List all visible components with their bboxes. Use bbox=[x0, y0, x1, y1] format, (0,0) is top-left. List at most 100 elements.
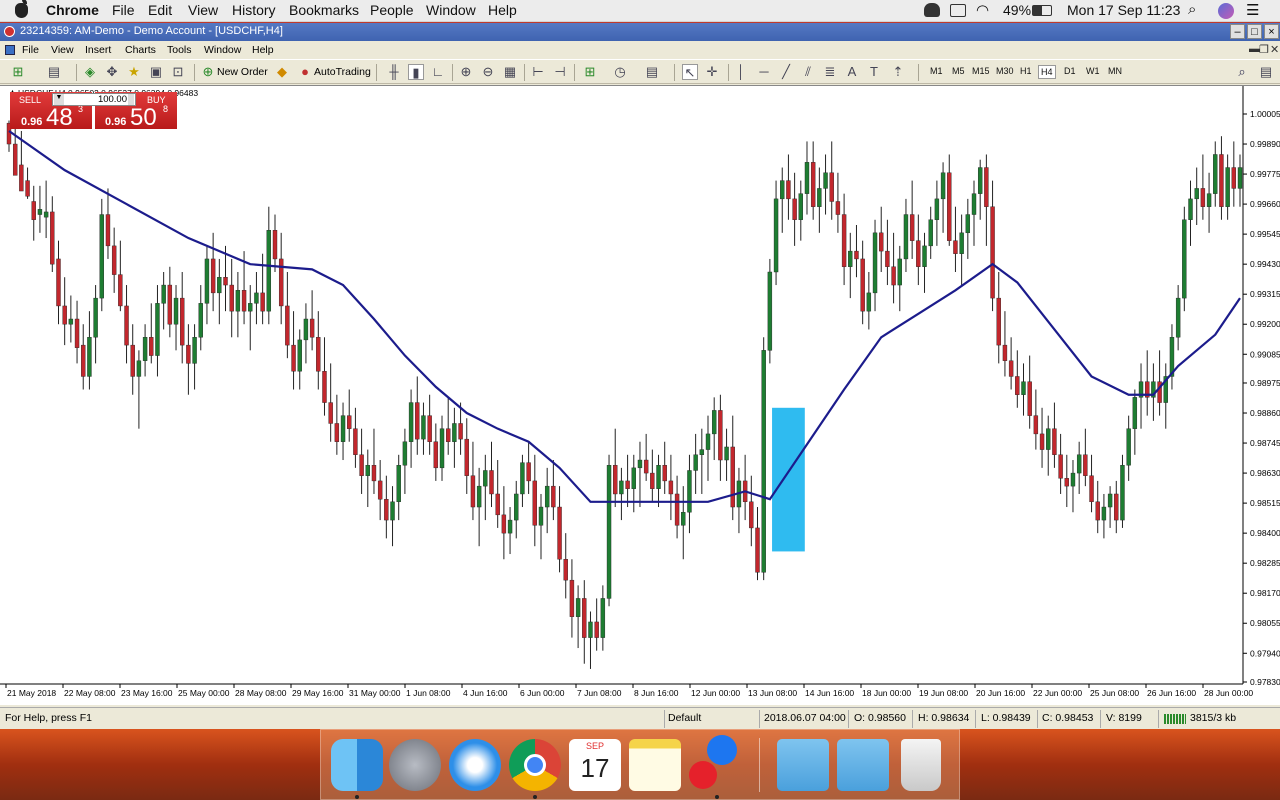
mac-menu-people[interactable]: People bbox=[370, 2, 414, 18]
menu-view[interactable]: View bbox=[51, 44, 74, 56]
templates-icon[interactable]: ▤ bbox=[644, 64, 660, 80]
tester-icon[interactable]: ⊡ bbox=[170, 64, 186, 80]
text-label-icon[interactable]: T bbox=[866, 64, 882, 80]
menu-tools[interactable]: Tools bbox=[167, 44, 192, 56]
mac-menu-help[interactable]: Help bbox=[488, 2, 517, 18]
tf-d1[interactable]: D1 bbox=[1062, 65, 1078, 77]
menu-window[interactable]: Window bbox=[204, 44, 241, 56]
tf-m30[interactable]: M30 bbox=[994, 65, 1016, 77]
bar-chart-icon[interactable]: ╫ bbox=[386, 64, 402, 80]
mac-menu-edit[interactable]: Edit bbox=[148, 2, 172, 18]
crosshair-icon[interactable]: ✛ bbox=[704, 64, 720, 80]
tf-m15[interactable]: M15 bbox=[970, 65, 992, 77]
tf-h1[interactable]: H1 bbox=[1018, 65, 1034, 77]
new-chart-icon[interactable]: ⊞ bbox=[10, 64, 26, 80]
time-tick-label: 25 May 00:00 bbox=[178, 688, 230, 698]
arrows-icon[interactable]: ⇡ bbox=[890, 64, 906, 80]
text-icon[interactable]: A bbox=[844, 64, 860, 80]
market-watch-icon[interactable]: ◈ bbox=[82, 64, 98, 80]
mac-menu-view[interactable]: View bbox=[188, 2, 218, 18]
chart-shift-icon[interactable]: ⊣ bbox=[552, 64, 568, 80]
lot-down-arrow-icon[interactable]: ▼ bbox=[54, 94, 64, 105]
chart-window-icon[interactable] bbox=[5, 45, 15, 55]
vertical-line-icon[interactable]: │ bbox=[733, 64, 749, 80]
apple-logo-icon[interactable] bbox=[15, 0, 28, 18]
tf-m5[interactable]: M5 bbox=[950, 65, 967, 77]
metaeditor-icon[interactable]: ◆ bbox=[274, 64, 290, 80]
lot-size-input[interactable]: ▼ 100.00 bbox=[52, 93, 136, 106]
child-close-button[interactable]: ✕ bbox=[1270, 43, 1279, 56]
tf-h4[interactable]: H4 bbox=[1038, 65, 1056, 79]
status-volume: V: 8199 bbox=[1106, 712, 1142, 724]
tf-w1[interactable]: W1 bbox=[1084, 65, 1102, 77]
menu-insert[interactable]: Insert bbox=[85, 44, 111, 56]
candlestick-icon[interactable]: ▮ bbox=[408, 64, 424, 80]
navigator-icon[interactable]: ★ bbox=[126, 64, 142, 80]
data-window-icon[interactable]: ✥ bbox=[104, 64, 120, 80]
launchpad-icon[interactable] bbox=[389, 739, 441, 791]
lot-up-arrow-icon[interactable] bbox=[128, 94, 134, 105]
wifi-icon[interactable]: ◠ bbox=[976, 1, 989, 19]
close-button[interactable]: × bbox=[1264, 24, 1279, 39]
line-chart-icon[interactable]: ∟ bbox=[430, 64, 446, 80]
maximize-button[interactable]: □ bbox=[1247, 24, 1262, 39]
candle-body bbox=[693, 454, 698, 471]
candle-body bbox=[582, 598, 587, 638]
tf-mn[interactable]: MN bbox=[1106, 65, 1124, 77]
creative-cloud-icon[interactable] bbox=[924, 3, 940, 17]
mac-menu-history[interactable]: History bbox=[232, 2, 276, 18]
calendar-icon[interactable]: SEP 17 bbox=[569, 739, 621, 791]
menu-charts[interactable]: Charts bbox=[125, 44, 156, 56]
minimize-button[interactable]: – bbox=[1230, 24, 1245, 39]
google-drive-folder-icon[interactable] bbox=[837, 739, 889, 791]
candle-body bbox=[544, 485, 550, 508]
menu-help[interactable]: Help bbox=[252, 44, 274, 56]
search-icon[interactable]: ⌕ bbox=[1234, 64, 1250, 80]
siri-icon[interactable] bbox=[1218, 3, 1234, 19]
window-titlebar[interactable]: 23214359: AM-Demo - Demo Account - [USDC… bbox=[0, 23, 1280, 41]
mac-menu-file[interactable]: File bbox=[112, 2, 135, 18]
trendline-icon[interactable]: ╱ bbox=[778, 64, 794, 80]
new-order-button[interactable]: New Order bbox=[217, 66, 268, 78]
battery-icon[interactable] bbox=[1032, 5, 1052, 16]
connection-status-icon[interactable] bbox=[1164, 714, 1186, 724]
trash-icon[interactable] bbox=[901, 739, 941, 791]
horizontal-line-icon[interactable]: ─ bbox=[756, 64, 772, 80]
tile-windows-icon[interactable]: ▦ bbox=[502, 64, 518, 80]
mac-app-name[interactable]: Chrome bbox=[46, 2, 99, 18]
tf-m1[interactable]: M1 bbox=[928, 65, 945, 77]
game-center-icon[interactable] bbox=[689, 735, 741, 791]
cursor-icon[interactable]: ↖ bbox=[682, 64, 698, 80]
zoom-in-icon[interactable]: ⊕ bbox=[458, 64, 474, 80]
finder-icon[interactable] bbox=[331, 739, 383, 791]
child-restore-button[interactable]: ❐ bbox=[1259, 43, 1269, 56]
price-chart[interactable]: 1.00005 0.99890 0.99775 0.99660 0.99545 0.994… bbox=[0, 86, 1280, 706]
zoom-out-icon[interactable]: ⊖ bbox=[480, 64, 496, 80]
menu-file[interactable]: File bbox=[22, 44, 39, 56]
auto-scroll-icon[interactable]: ⊢ bbox=[530, 64, 546, 80]
mac-menu-bookmarks[interactable]: Bookmarks bbox=[289, 2, 359, 18]
clock[interactable]: Mon 17 Sep 11:23 bbox=[1067, 2, 1180, 18]
notification-center-icon[interactable]: ☰ bbox=[1246, 1, 1259, 19]
autotrading-icon[interactable]: ● bbox=[297, 64, 313, 80]
chart-area[interactable]: 1.00005 0.99890 0.99775 0.99660 0.99545 0.994… bbox=[0, 85, 1280, 705]
candle-body bbox=[711, 410, 717, 435]
candle-body bbox=[365, 465, 370, 476]
spotlight-search-icon[interactable]: ⌕ bbox=[1188, 1, 1196, 18]
equidistant-channel-icon[interactable]: ⫽ bbox=[800, 64, 816, 80]
notes-icon[interactable] bbox=[629, 739, 681, 791]
new-order-icon[interactable]: ⊕ bbox=[200, 64, 216, 80]
toolbar-options-icon[interactable]: ▤ bbox=[1258, 64, 1274, 80]
safari-icon[interactable] bbox=[449, 739, 501, 791]
ram-icon[interactable] bbox=[950, 4, 966, 17]
autotrading-button[interactable]: AutoTrading bbox=[314, 66, 371, 78]
chrome-icon[interactable] bbox=[509, 739, 561, 791]
terminal-icon[interactable]: ▣ bbox=[148, 64, 164, 80]
profiles-icon[interactable]: ▤ bbox=[46, 64, 62, 80]
fibonacci-icon[interactable]: ≣ bbox=[822, 64, 838, 80]
mac-menu-window[interactable]: Window bbox=[426, 2, 476, 18]
periods-icon[interactable]: ◷ bbox=[612, 64, 628, 80]
candle-body bbox=[402, 441, 408, 466]
downloads-folder-icon[interactable] bbox=[777, 739, 829, 791]
indicators-icon[interactable]: ⊞ bbox=[582, 64, 598, 80]
